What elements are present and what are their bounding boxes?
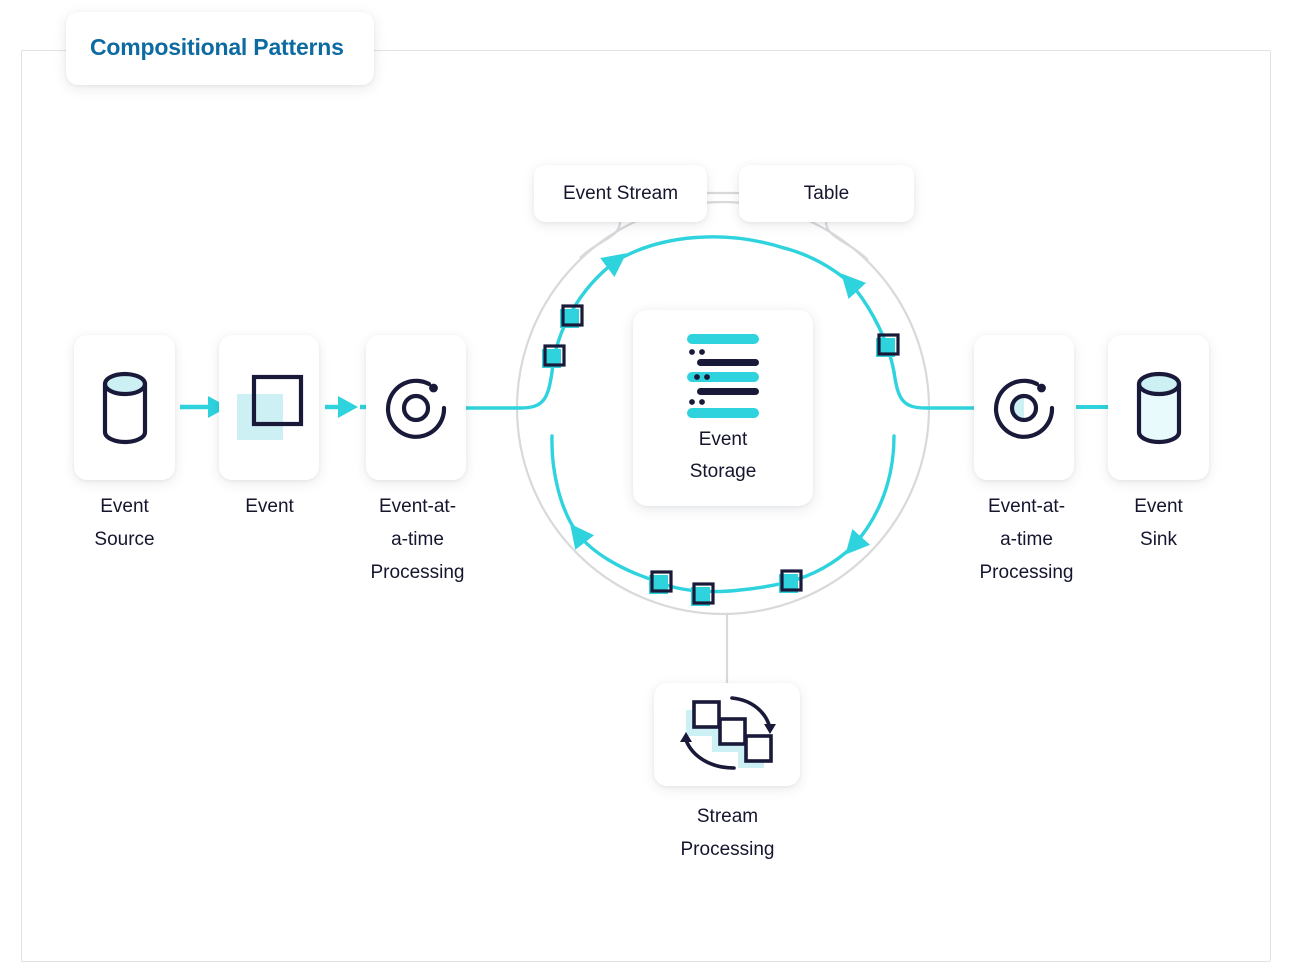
node-processing-right-label: Event-at- a-time Processing bbox=[979, 496, 1074, 583]
outbound-flow-line bbox=[892, 370, 977, 410]
event-stream-connector bbox=[579, 221, 622, 259]
flow-arrow-event-to-processing bbox=[325, 396, 366, 418]
loop-arc-left-lower bbox=[550, 434, 580, 536]
node-stream-processing-label: Stream Processing bbox=[680, 806, 775, 860]
node-processing-left[interactable] bbox=[366, 335, 466, 480]
node-event[interactable] bbox=[219, 335, 319, 480]
loop-arc-top-right bbox=[841, 273, 896, 374]
event-at-a-time-processing-icon bbox=[993, 378, 1055, 439]
database-cylinder-icon bbox=[1136, 371, 1181, 444]
loop-arc-bottom-left bbox=[570, 523, 661, 584]
node-event-stream-label: Event Stream bbox=[562, 182, 679, 204]
inbound-flow-line bbox=[464, 370, 554, 410]
loop-arc-bottom bbox=[657, 580, 790, 594]
loop-event-square bbox=[542, 344, 566, 368]
node-table-label: Table bbox=[803, 182, 850, 204]
node-event-sink[interactable] bbox=[1108, 335, 1209, 480]
node-event-storage[interactable]: Event Storage bbox=[633, 310, 813, 506]
node-event-source[interactable] bbox=[74, 335, 175, 480]
node-event-sink-label: Event Sink bbox=[1134, 496, 1183, 550]
diagram-title-card: Compositional Patterns bbox=[66, 12, 374, 85]
event-storage-log-icon bbox=[687, 334, 759, 418]
node-table[interactable]: Table bbox=[739, 165, 914, 222]
event-square-icon bbox=[237, 374, 304, 440]
loop-event-square bbox=[560, 304, 584, 328]
loop-arc-bottom-right bbox=[845, 434, 896, 555]
page-title: Compositional Patterns bbox=[90, 34, 344, 60]
node-event-source-label: Event Source bbox=[94, 496, 155, 550]
node-processing-right[interactable] bbox=[974, 335, 1074, 480]
loop-arc-top bbox=[614, 235, 786, 263]
stream-processing-icon bbox=[680, 695, 776, 770]
loop-event-square bbox=[691, 582, 715, 606]
loop-arc-top-right-join bbox=[782, 246, 852, 285]
loop-event-square bbox=[876, 333, 900, 357]
node-stream-processing[interactable] bbox=[654, 683, 800, 786]
loop-event-square bbox=[779, 569, 803, 593]
node-event-storage-label: Event Storage bbox=[689, 429, 757, 482]
table-connector bbox=[824, 221, 869, 261]
event-at-a-time-processing-icon bbox=[385, 378, 447, 439]
loop-event-square bbox=[649, 570, 673, 594]
node-processing-left-label: Event-at- a-time Processing bbox=[370, 496, 465, 583]
node-event-label: Event bbox=[245, 496, 294, 517]
database-cylinder-icon bbox=[102, 371, 147, 444]
node-event-stream[interactable]: Event Stream bbox=[534, 165, 707, 222]
